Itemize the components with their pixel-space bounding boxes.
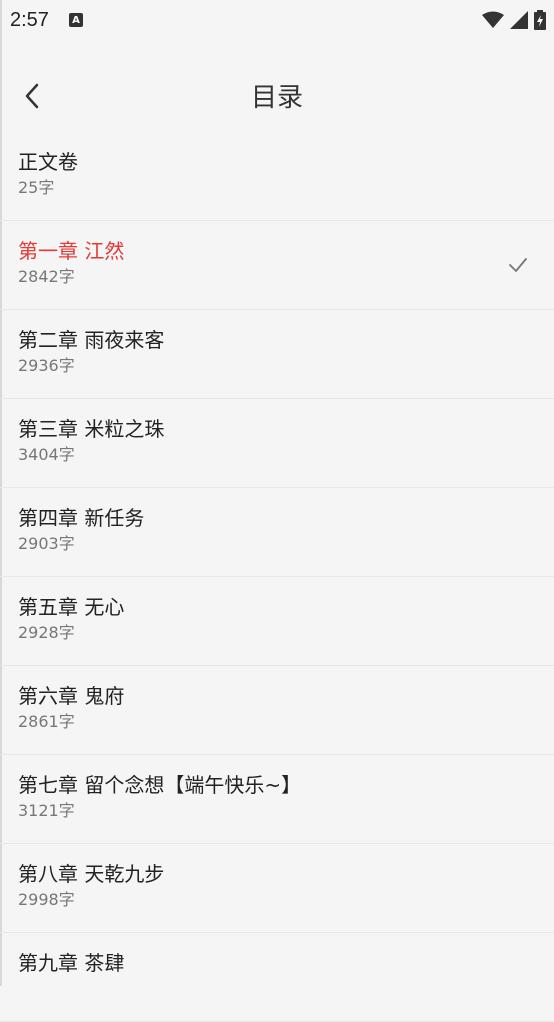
chapter-word-count: 25字 [18,178,55,197]
status-icons [482,10,546,30]
chevron-left-icon [25,83,39,109]
chapter-list: 正文卷 25字 第一章 江然 2842字 第二章 雨夜来客 2936字 第三章 … [0,132,554,1022]
list-item[interactable]: 第二章 雨夜来客 2936字 [0,310,554,399]
chapter-title: 第一章 江然 [18,239,125,263]
chapter-title: 正文卷 [18,150,78,174]
chapter-title: 第四章 新任务 [18,506,145,530]
chapter-word-count: 3121字 [18,801,75,820]
status-time: 2:57 [10,8,49,31]
chapter-word-count: 2842字 [18,267,75,286]
chapter-title: 第八章 天乾九步 [18,862,165,886]
list-item[interactable]: 正文卷 25字 [0,132,554,221]
battery-icon [534,10,546,30]
page-title: 目录 [250,82,303,113]
status-bar: 2:57 A [0,0,554,40]
chapter-title: 第三章 米粒之珠 [18,417,165,441]
check-icon [509,258,527,272]
chapter-title: 第六章 鬼府 [18,684,125,708]
chapter-word-count: 2936字 [18,356,75,375]
chapter-word-count: 2998字 [18,890,75,909]
list-item[interactable]: 第三章 米粒之珠 3404字 [0,399,554,488]
chapter-word-count: 2861字 [18,712,75,731]
chapter-title: 第七章 留个念想【端午快乐~】 [18,773,302,797]
list-item[interactable]: 第四章 新任务 2903字 [0,488,554,577]
list-item[interactable]: 第八章 天乾九步 2998字 [0,844,554,933]
app-bar: 目录 [0,40,554,132]
list-item[interactable]: 第九章 茶肆 [0,933,554,1022]
list-item-selected[interactable]: 第一章 江然 2842字 [0,221,554,310]
signal-icon [510,11,528,29]
chapter-word-count: 2928字 [18,623,75,642]
back-button[interactable] [12,76,52,116]
chapter-word-count: 2903字 [18,534,75,553]
chapter-title: 第二章 雨夜来客 [18,328,165,352]
notification-icon: A [68,13,83,27]
chapter-title: 第九章 茶肆 [18,951,125,975]
chapter-title: 第五章 无心 [18,595,125,619]
wifi-icon [482,11,504,28]
chapter-word-count: 3404字 [18,445,75,464]
list-item[interactable]: 第七章 留个念想【端午快乐~】 3121字 [0,755,554,844]
list-item[interactable]: 第五章 无心 2928字 [0,577,554,666]
list-item[interactable]: 第六章 鬼府 2861字 [0,666,554,755]
